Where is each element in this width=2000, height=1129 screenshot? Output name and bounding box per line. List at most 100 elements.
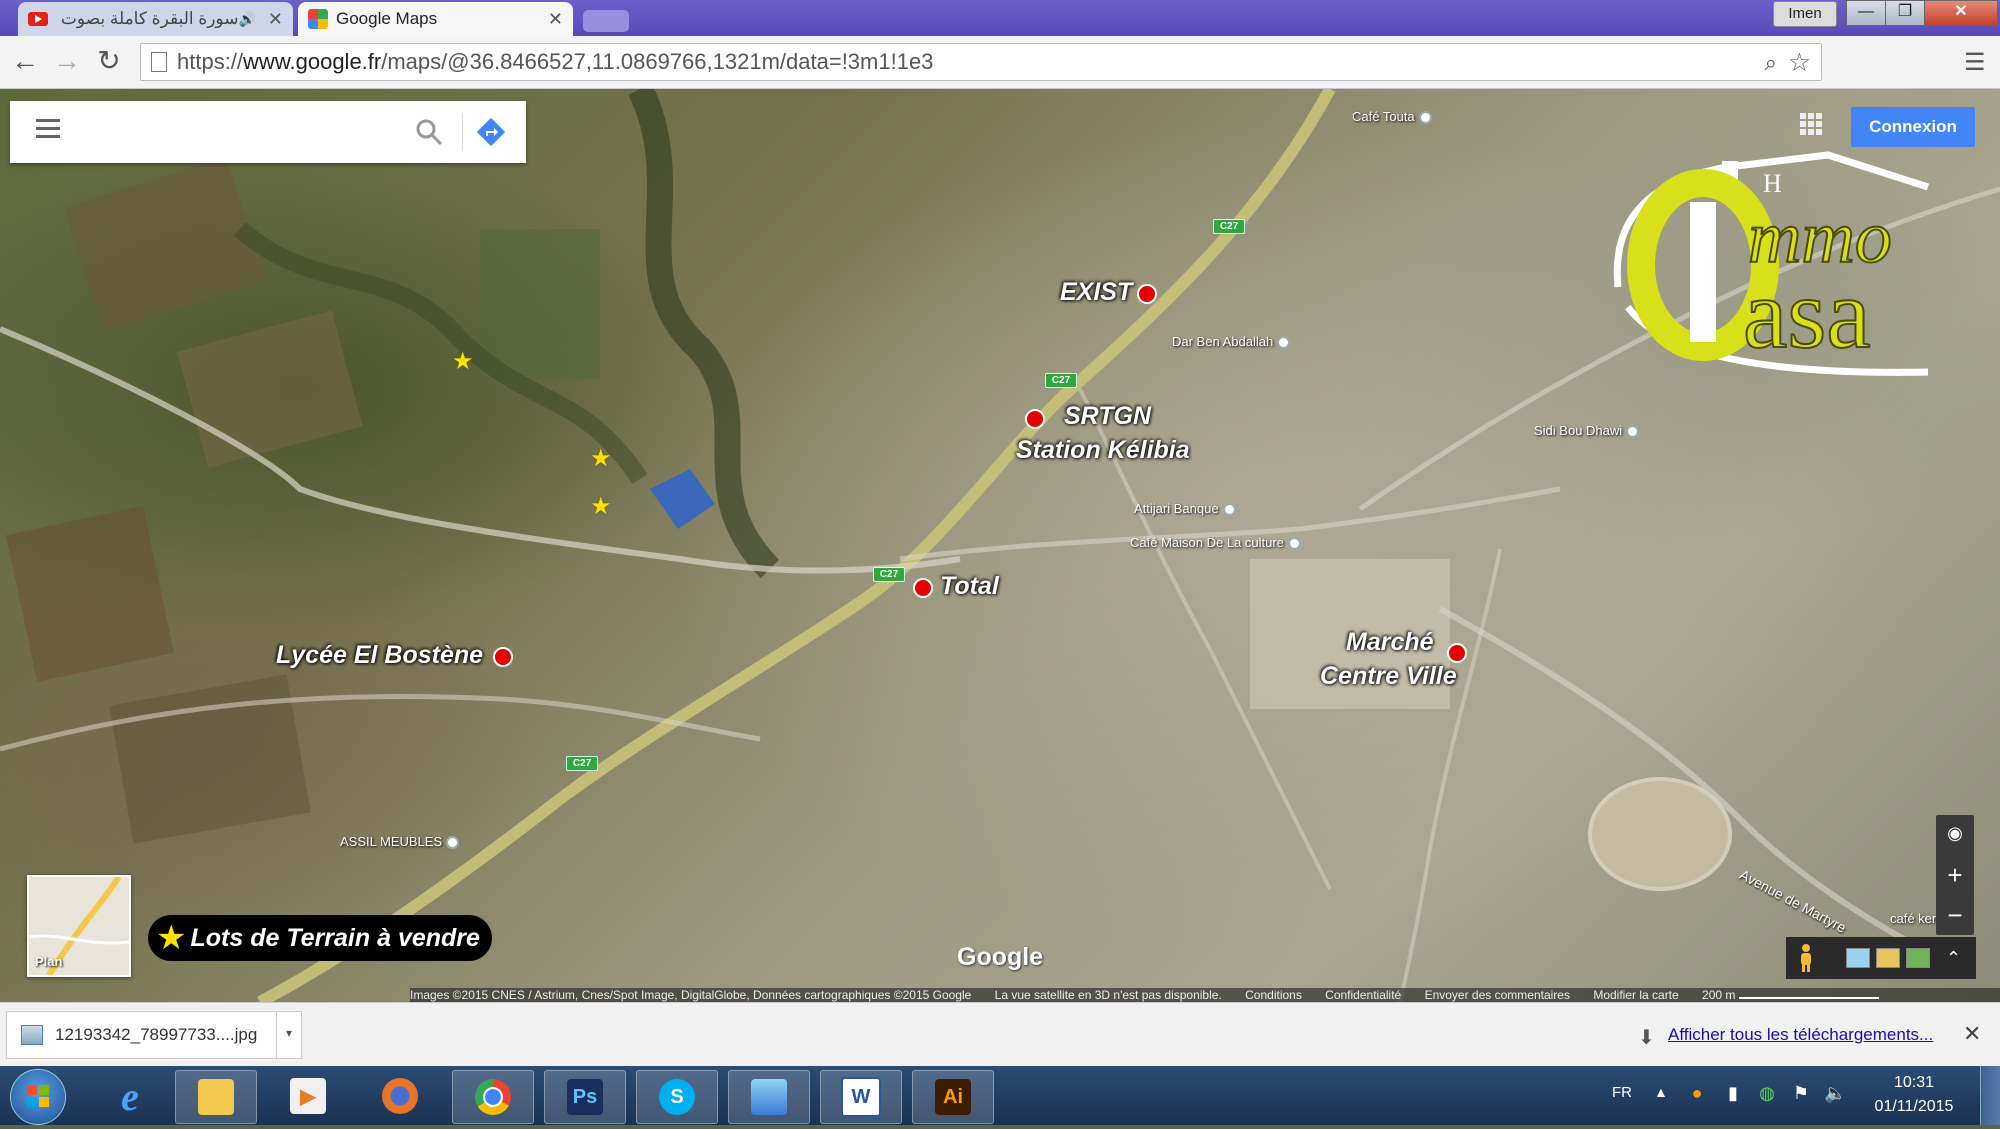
close-window-button[interactable]: ✕ bbox=[1924, 0, 1998, 26]
poi-cafe-touta[interactable]: Café Touta bbox=[1352, 109, 1432, 124]
logo-text-bottom: asa bbox=[1743, 258, 1871, 369]
marker-lycee[interactable] bbox=[493, 647, 513, 667]
apps-grid-icon[interactable] bbox=[1800, 113, 1822, 135]
download-item[interactable]: 12193342_78997733....jpg ▾ bbox=[6, 1011, 302, 1059]
legend: ★ Lots de Terrain à vendre bbox=[148, 915, 492, 961]
show-all-downloads-link[interactable]: Afficher tous les téléchargements... bbox=[1668, 1025, 1933, 1045]
chrome-menu-icon[interactable]: ☰ bbox=[1964, 48, 1986, 77]
tray-expand-icon[interactable]: ▲ bbox=[1654, 1084, 1668, 1100]
directions-icon[interactable] bbox=[476, 117, 506, 147]
edit-map-link[interactable]: Modifier la carte bbox=[1593, 988, 1678, 1002]
imagery-chip[interactable] bbox=[1906, 948, 1930, 968]
reload-button[interactable]: ↻ bbox=[94, 46, 124, 76]
input-language[interactable]: FR bbox=[1612, 1084, 1632, 1101]
maps-search-box bbox=[10, 101, 526, 163]
signal-icon[interactable]: ▮ bbox=[1722, 1082, 1744, 1104]
privacy-link[interactable]: Confidentialité bbox=[1325, 988, 1401, 1002]
poi-sidi-bou-dhawi[interactable]: Sidi Bou Dhawi bbox=[1534, 423, 1639, 438]
star-icon: ★ bbox=[590, 445, 612, 472]
close-icon[interactable]: ✕ bbox=[1963, 1021, 1981, 1047]
logo-roof-letter: H bbox=[1763, 169, 1782, 198]
zoom-in-button[interactable]: + bbox=[1936, 857, 1974, 893]
speaker-icon[interactable]: 🔊 bbox=[238, 11, 255, 28]
search-icon[interactable]: ⌕ bbox=[1765, 50, 1777, 76]
folder-icon bbox=[198, 1079, 234, 1115]
scale-bar bbox=[1739, 997, 1880, 999]
word-icon: W bbox=[841, 1077, 881, 1117]
sign-in-button[interactable]: Connexion bbox=[1851, 107, 1975, 147]
poi-cafe-maison-culture[interactable]: Café Maison De La culture bbox=[1130, 535, 1320, 550]
street-view-bar: ⌃ bbox=[1786, 937, 1976, 979]
forward-button[interactable]: → bbox=[52, 46, 82, 76]
terms-link[interactable]: Conditions bbox=[1245, 988, 1302, 1002]
illustrator-icon: Ai bbox=[935, 1079, 971, 1115]
feedback-link[interactable]: Envoyer des commentaires bbox=[1425, 988, 1570, 1002]
marker-label-srtgn: SRTGN bbox=[1064, 402, 1152, 430]
taskbar-word[interactable]: W bbox=[820, 1070, 902, 1124]
zoom-controls: ◉ + − bbox=[1936, 815, 1974, 935]
satellite-map[interactable]: Connexion H mmo asa C27 C27 C27 C27 Café… bbox=[0, 89, 2000, 1002]
address-bar[interactable]: https://www.google.fr/maps/@36.8466527,1… bbox=[140, 43, 1822, 81]
road-badge: C27 bbox=[1213, 219, 1245, 234]
avast-icon[interactable]: ● bbox=[1686, 1082, 1708, 1104]
search-icon[interactable] bbox=[414, 117, 444, 147]
expand-icon[interactable]: ⌃ bbox=[1946, 948, 1961, 969]
poi-attijari-banque[interactable]: Attijari Banque bbox=[1134, 501, 1236, 516]
taskbar-picture-viewer[interactable] bbox=[728, 1070, 810, 1124]
hamburger-menu-icon[interactable] bbox=[36, 119, 60, 139]
pegman-icon[interactable] bbox=[1796, 943, 1816, 973]
tab-title: Google Maps bbox=[336, 9, 438, 28]
chevron-down-icon[interactable]: ▾ bbox=[276, 1012, 301, 1058]
url-text[interactable]: https://www.google.fr/maps/@36.8466527,1… bbox=[177, 49, 933, 75]
marker-exist[interactable] bbox=[1137, 284, 1157, 304]
taskbar-media-player[interactable]: ▶ bbox=[268, 1070, 348, 1122]
taskbar-skype[interactable]: S bbox=[636, 1070, 718, 1124]
show-desktop-button[interactable] bbox=[1980, 1066, 2000, 1125]
tab-google-maps[interactable]: Google Maps ✕ bbox=[298, 2, 573, 36]
taskbar-illustrator[interactable]: Ai bbox=[912, 1070, 994, 1124]
start-button[interactable] bbox=[10, 1069, 66, 1125]
network-icon[interactable]: ◍ bbox=[1756, 1082, 1778, 1104]
url-path: /maps/@36.8466527,11.0869766,1321m/data=… bbox=[381, 49, 934, 74]
maps-search-input[interactable] bbox=[80, 115, 404, 151]
marker-marche[interactable] bbox=[1447, 643, 1467, 663]
star-icon: ★ bbox=[452, 348, 474, 375]
attribution-copyright: Images ©2015 CNES / Astrium, Cnes/Spot I… bbox=[410, 988, 972, 1002]
imagery-chip[interactable] bbox=[1846, 948, 1870, 968]
youtube-icon bbox=[28, 12, 48, 26]
my-location-button[interactable]: ◉ bbox=[1936, 815, 1974, 851]
close-tab-icon[interactable]: ✕ bbox=[268, 9, 283, 30]
taskbar-photoshop[interactable]: Ps bbox=[544, 1070, 626, 1124]
firefox-icon bbox=[382, 1078, 418, 1114]
back-button[interactable]: ← bbox=[10, 46, 40, 76]
clock-time[interactable]: 10:31 bbox=[1864, 1074, 1964, 1092]
volume-icon[interactable]: 🔈 bbox=[1824, 1082, 1846, 1104]
map-view-toggle[interactable]: Plan bbox=[27, 875, 131, 977]
action-center-flag-icon[interactable]: ⚑ bbox=[1790, 1082, 1812, 1104]
taskbar-chrome[interactable] bbox=[452, 1070, 534, 1124]
windows-logo-icon bbox=[27, 1085, 49, 1107]
taskbar-file-explorer[interactable] bbox=[175, 1070, 257, 1124]
taskbar-internet-explorer[interactable]: e bbox=[90, 1070, 170, 1122]
minimize-button[interactable]: — bbox=[1846, 0, 1886, 26]
zoom-out-button[interactable]: − bbox=[1936, 897, 1974, 933]
close-tab-icon[interactable]: ✕ bbox=[548, 9, 563, 30]
new-tab-button[interactable] bbox=[583, 10, 629, 32]
restore-button[interactable]: ❐ bbox=[1885, 0, 1925, 26]
taskbar-firefox[interactable] bbox=[360, 1070, 440, 1122]
marker-label-srtgn-line2: Station Kélibia bbox=[1016, 436, 1190, 464]
marker-label-total: Total bbox=[940, 572, 999, 600]
imagery-chip[interactable] bbox=[1876, 948, 1900, 968]
bookmark-star-icon[interactable]: ☆ bbox=[1788, 47, 1811, 78]
star-icon: ★ bbox=[590, 493, 612, 520]
marker-total[interactable] bbox=[913, 578, 933, 598]
marker-srtgn[interactable] bbox=[1025, 409, 1045, 429]
poi-assil-meubles[interactable]: ASSIL MEUBLES bbox=[340, 834, 459, 849]
profile-badge[interactable]: Imen bbox=[1773, 1, 1837, 27]
poi-dar-ben-abdallah[interactable]: Dar Ben Abdallah bbox=[1172, 334, 1290, 349]
clock-date[interactable]: 01/11/2015 bbox=[1864, 1098, 1964, 1116]
tab-title: سورة البقرة كاملة بصوت القار bbox=[56, 9, 239, 28]
google-maps-icon bbox=[308, 9, 328, 29]
windows-taskbar: e ▶ Ps S W Ai FR ▲ ● ▮ ◍ ⚑ 🔈 10:31 01/11… bbox=[0, 1066, 2000, 1125]
tab-youtube[interactable]: سورة البقرة كاملة بصوت القار 🔊 ✕ bbox=[18, 2, 293, 36]
